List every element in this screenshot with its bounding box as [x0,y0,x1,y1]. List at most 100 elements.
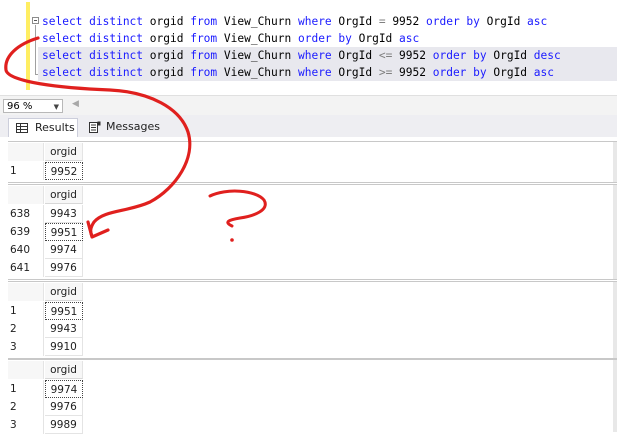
table-row[interactable]: 639 9951 [8,223,617,241]
code-token: asc [527,15,548,28]
code-token: desc [533,49,561,62]
tab-results[interactable]: Results [8,118,78,138]
table-row[interactable]: 2 9943 [8,320,617,338]
fold-guide [35,25,36,75]
grid-scrollbar[interactable] [613,282,617,358]
tab-messages-label: Messages [106,120,160,133]
result-grid-3[interactable]: orgid 1 9951 2 9943 3 9910 [8,281,617,359]
code-token: asc [399,32,420,45]
grid-header-row: orgid [8,143,617,161]
chevron-down-icon[interactable]: ▼ [54,100,59,114]
table-row[interactable]: 1 9952 [8,162,617,180]
grid-cell[interactable]: 9952 [45,162,83,180]
row-number[interactable]: 638 [8,205,44,223]
row-number[interactable]: 1 [8,380,44,398]
code-line-4[interactable]: select distinct orgid from View_Churn wh… [38,64,617,81]
grid-scrollbar[interactable] [613,360,617,432]
result-grid-2[interactable]: orgid 638 9943 639 9951 640 9974 641 997… [8,184,617,280]
result-grid-1[interactable]: orgid 1 9952 [8,141,617,183]
code-token: order by [432,66,487,79]
grid-cell[interactable]: 9976 [45,398,83,416]
code-token: orgid [143,32,191,45]
table-row[interactable]: 1 9951 [8,302,617,320]
row-number[interactable]: 640 [8,241,44,259]
code-token: orgid [143,49,191,62]
code-token: orgid [143,66,191,79]
code-line-1[interactable]: select distinct orgid from View_Churn wh… [42,13,547,30]
code-token: 9952 [385,15,426,28]
code-token: select distinct [42,49,144,62]
row-number[interactable]: 2 [8,320,44,338]
query-editor[interactable]: select distinct orgid from View_Churn wh… [0,0,617,95]
grid-header-row: orgid [8,186,617,204]
code-token: OrgId [331,49,379,62]
zoom-bar: 96 % ▼ ◀ [0,95,617,116]
scroll-left-icon[interactable]: ◀ [72,99,79,109]
code-line-3[interactable]: select distinct orgid from View_Churn wh… [38,47,617,64]
table-row[interactable]: 640 9974 [8,241,617,259]
table-row[interactable]: 641 9976 [8,259,617,277]
grid-cell[interactable]: 9951 [45,302,83,320]
grid-cell[interactable]: 9974 [45,241,83,259]
code-token: >= [378,66,393,79]
row-number[interactable]: 2 [8,398,44,416]
code-token: from [190,15,218,28]
column-header[interactable]: orgid [45,361,83,379]
code-token: order by [297,32,352,45]
code-line-2[interactable]: select distinct orgid from View_Churn or… [42,30,419,47]
code-token: View_Churn [217,49,298,62]
table-row[interactable]: 1 9974 [8,380,617,398]
result-grid-4[interactable]: orgid 1 9974 2 9976 3 9989 [8,359,617,434]
code-token: OrgId [486,49,534,62]
code-token: from [190,32,218,45]
table-row[interactable]: 638 9943 [8,205,617,223]
grid-cell[interactable]: 9951 [45,223,83,241]
grid-scrollbar[interactable] [613,185,617,279]
grid-cell[interactable]: 9976 [45,259,83,277]
code-token: select distinct [42,32,144,45]
column-header[interactable]: orgid [45,186,83,204]
code-token: OrgId [351,32,400,45]
code-token: asc [533,66,554,79]
grid-icon [16,123,28,133]
grid-cell[interactable]: 9989 [45,416,83,434]
messages-icon [89,121,101,133]
row-header-corner[interactable] [8,143,44,161]
table-row[interactable]: 3 9910 [8,338,617,356]
tab-results-label: Results [35,121,75,134]
code-token: select distinct [42,66,144,79]
change-tracking-bar [26,2,30,90]
results-tabbar: Results Messages [0,115,617,138]
table-row[interactable]: 2 9976 [8,398,617,416]
row-number[interactable]: 641 [8,259,44,277]
column-header[interactable]: orgid [45,143,83,161]
code-token: 9952 [392,49,433,62]
zoom-dropdown[interactable]: 96 % ▼ [3,99,63,113]
grid-scrollbar[interactable] [613,142,617,182]
grid-cell[interactable]: 9943 [45,320,83,338]
code-token: <= [378,49,393,62]
tab-messages[interactable]: Messages [82,118,160,136]
row-header-corner[interactable] [8,186,44,204]
grid-cell[interactable]: 9974 [45,380,83,398]
column-header[interactable]: orgid [45,283,83,301]
row-number[interactable]: 3 [8,338,44,356]
code-token: OrgId [479,15,528,28]
code-token: = [378,15,386,28]
collapse-icon[interactable] [32,17,39,24]
code-token: where [297,15,332,28]
row-number[interactable]: 3 [8,416,44,434]
row-number[interactable]: 639 [8,223,44,241]
grid-cell[interactable]: 9910 [45,338,83,356]
row-header-corner[interactable] [8,283,44,301]
code-token: order by [426,15,480,28]
row-number[interactable]: 1 [8,162,44,180]
code-token: where [297,49,332,62]
zoom-value: 96 % [7,101,33,112]
row-header-corner[interactable] [8,361,44,379]
results-pane: orgid 1 9952 orgid 638 9943 639 9951 640… [0,137,617,434]
code-token: order by [432,49,487,62]
row-number[interactable]: 1 [8,302,44,320]
table-row[interactable]: 3 9989 [8,416,617,434]
grid-cell[interactable]: 9943 [45,205,83,223]
